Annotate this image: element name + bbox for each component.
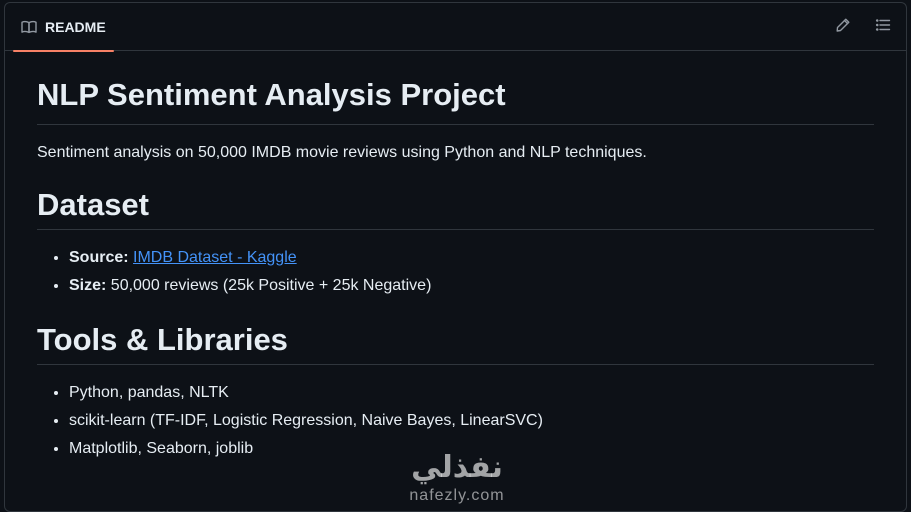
book-icon [21, 19, 37, 35]
readme-content: NLP Sentiment Analysis Project Sentiment… [5, 75, 906, 463]
readme-actions [834, 3, 892, 51]
dataset-source-link[interactable]: IMDB Dataset - Kaggle [133, 249, 297, 266]
list-item: Matplotlib, Seaborn, joblib [69, 435, 874, 463]
list-icon [875, 17, 891, 38]
list-item: Source: IMDB Dataset - Kaggle [69, 244, 874, 272]
tab-readme-label: README [45, 18, 106, 35]
edit-file-button[interactable] [834, 18, 852, 36]
tab-active-underline [13, 49, 114, 52]
dataset-list: Source: IMDB Dataset - Kaggle Size: 50,0… [37, 244, 874, 300]
readme-panel: README NLP Sentiment Analysis Project Se… [4, 2, 907, 512]
readme-description: Sentiment analysis on 50,000 IMDB movie … [37, 144, 647, 161]
tools-list: Python, pandas, NLTK scikit-learn (TF-ID… [37, 379, 874, 463]
tab-readme[interactable]: README [5, 3, 114, 52]
dataset-heading: Dataset [37, 185, 874, 230]
source-label: Source: [69, 249, 129, 266]
readme-tab-bar: README [5, 3, 906, 52]
list-item: Size: 50,000 reviews (25k Positive + 25k… [69, 272, 874, 300]
list-item: scikit-learn (TF-IDF, Logistic Regressio… [69, 407, 874, 435]
size-label: Size: [69, 277, 107, 294]
pencil-icon [835, 17, 851, 38]
outline-button[interactable] [874, 18, 892, 36]
tools-heading: Tools & Libraries [37, 320, 874, 365]
size-value: 50,000 reviews (25k Positive + 25k Negat… [106, 277, 432, 294]
readme-title: NLP Sentiment Analysis Project [37, 75, 874, 125]
list-item: Python, pandas, NLTK [69, 379, 874, 407]
